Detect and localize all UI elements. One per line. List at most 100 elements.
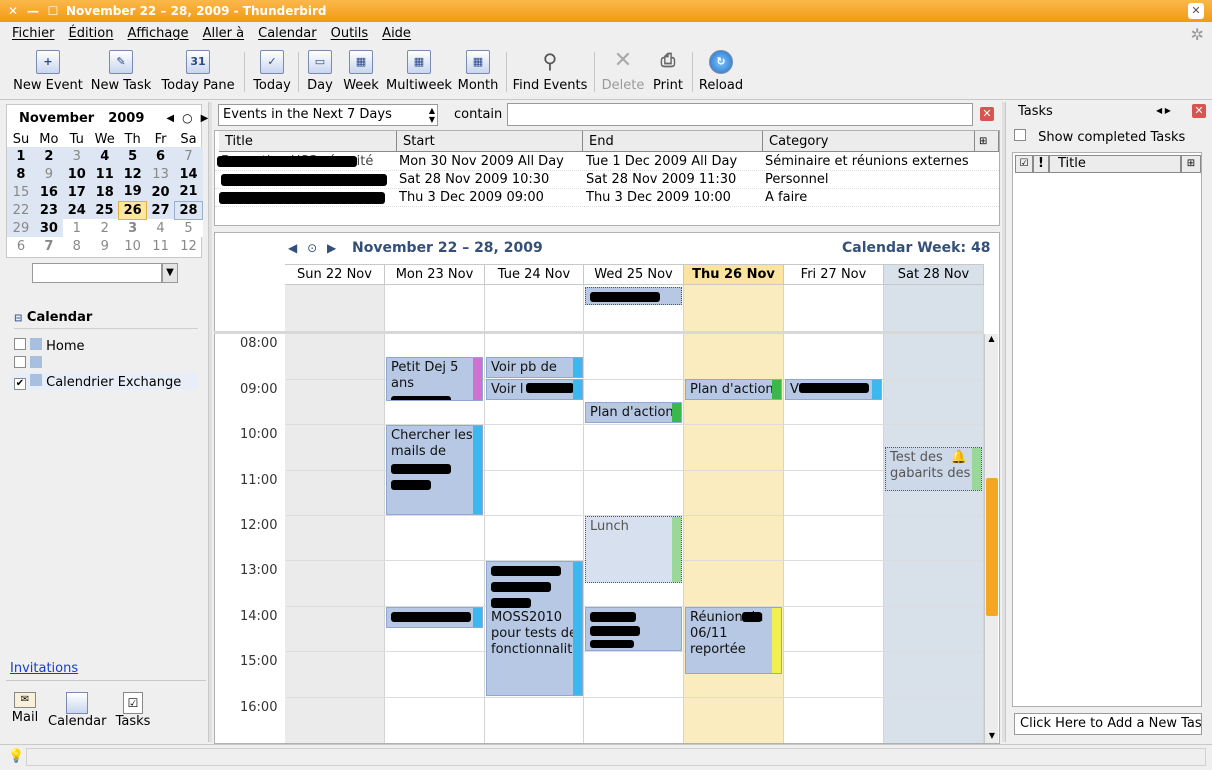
- day-header-mon[interactable]: Mon 23 Nov: [385, 264, 485, 285]
- day-header-sun[interactable]: Sun 22 Nov: [285, 264, 385, 285]
- event-voir-pb[interactable]: Voir pb de: [486, 357, 583, 378]
- today-week-icon[interactable]: ⊙: [307, 241, 317, 255]
- event-lunch[interactable]: Lunch: [585, 516, 682, 583]
- day-column-sun[interactable]: [285, 285, 385, 743]
- mini-day[interactable]: 19: [119, 183, 147, 201]
- mini-day[interactable]: 10: [63, 165, 91, 183]
- mini-day[interactable]: 30: [35, 219, 63, 237]
- mini-day[interactable]: 9: [35, 165, 63, 183]
- invitations-link[interactable]: Invitations: [10, 661, 78, 676]
- mini-day[interactable]: 8: [63, 237, 91, 255]
- new-task-button[interactable]: ✎ New Task: [88, 48, 154, 96]
- multiweek-view-button[interactable]: ▦ Multiweek: [386, 48, 452, 96]
- mini-day[interactable]: 5: [174, 219, 203, 237]
- mini-day[interactable]: 25: [91, 201, 119, 219]
- event-wed-14h[interactable]: [585, 607, 682, 651]
- mini-day[interactable]: 23: [35, 201, 63, 219]
- mini-day[interactable]: 5: [119, 147, 147, 165]
- menu-outils[interactable]: Outils: [331, 26, 369, 41]
- event-fri[interactable]: V: [785, 379, 882, 400]
- today-pane-button[interactable]: 31 Today Pane: [158, 48, 238, 96]
- task-column-picker-icon[interactable]: ⊞: [1181, 155, 1201, 173]
- event-petit-dej[interactable]: Petit Dej 5 ans: [386, 357, 483, 401]
- calendar-mode-button[interactable]: Calendar: [48, 692, 106, 729]
- find-events-button[interactable]: ⚲ Find Events: [512, 48, 588, 96]
- menu-aide[interactable]: Aide: [382, 26, 411, 41]
- search-input[interactable]: [507, 103, 973, 126]
- right-splitter[interactable]: [1002, 102, 1006, 742]
- mini-day[interactable]: 9: [91, 237, 119, 255]
- mini-day[interactable]: 15: [7, 183, 35, 201]
- mini-day[interactable]: 10: [119, 237, 147, 255]
- task-title-column-header[interactable]: Title: [1049, 155, 1181, 173]
- window-menu-icon[interactable]: ☐: [46, 4, 60, 18]
- mini-day[interactable]: 1: [62, 219, 91, 237]
- mini-day[interactable]: 16: [35, 183, 63, 201]
- mini-day[interactable]: 12: [175, 237, 203, 255]
- mini-day[interactable]: 11: [91, 165, 119, 183]
- date-input[interactable]: [32, 263, 162, 283]
- event-plan-action-thu[interactable]: Plan d'action: [685, 379, 782, 400]
- day-view-button[interactable]: ▭ Day: [302, 48, 338, 96]
- mini-day[interactable]: 8: [7, 165, 35, 183]
- completed-column-header[interactable]: ☑: [1015, 155, 1033, 173]
- column-picker-icon[interactable]: ⊞: [975, 131, 999, 152]
- day-column-wed[interactable]: [584, 285, 684, 743]
- table-row[interactable]: Sat 28 Nov 2009 10:30 Sat 28 Nov 2009 11…: [215, 171, 999, 189]
- mini-day[interactable]: 6: [147, 147, 175, 165]
- scroll-thumb[interactable]: [986, 478, 998, 616]
- week-view-button[interactable]: ▦ Week: [340, 48, 382, 96]
- calendar-item-exchange[interactable]: ✔ Calendrier Exchange: [10, 372, 198, 390]
- mini-day[interactable]: 7: [35, 237, 63, 255]
- mini-day[interactable]: 28: [174, 200, 203, 220]
- column-header-title[interactable]: Title: [219, 131, 397, 152]
- tasks-mode-button[interactable]: ☑ Tasks: [114, 692, 152, 729]
- scroll-up-icon[interactable]: ▲: [985, 334, 998, 346]
- today-button[interactable]: ✓ Today: [250, 48, 294, 96]
- event-voir[interactable]: Voir l: [486, 379, 583, 400]
- column-header-category[interactable]: Category: [763, 131, 975, 152]
- mini-day[interactable]: 3: [118, 219, 147, 237]
- table-row[interactable]: Formation HSS sécurité Mon 30 Nov 2009 A…: [215, 153, 999, 171]
- close-window-icon[interactable]: ✕: [1188, 3, 1204, 19]
- mini-day[interactable]: 6: [7, 237, 35, 255]
- next-week-icon[interactable]: ▶: [327, 241, 336, 255]
- tasks-nav-arrows-icon[interactable]: ◀ ▶: [1156, 106, 1171, 115]
- menu-fichier[interactable]: Fichier: [12, 26, 55, 41]
- day-header-sat[interactable]: Sat 28 Nov: [884, 264, 984, 285]
- mini-day[interactable]: 3: [63, 147, 91, 165]
- mini-day[interactable]: 18: [91, 183, 119, 201]
- menu-edition[interactable]: Édition: [69, 26, 114, 41]
- mini-day[interactable]: 20: [147, 183, 175, 201]
- mini-day[interactable]: 22: [7, 201, 35, 219]
- delete-button[interactable]: ✕ Delete: [600, 48, 646, 96]
- checkbox[interactable]: [14, 356, 26, 368]
- day-header-tue[interactable]: Tue 24 Nov: [485, 264, 584, 285]
- priority-column-header[interactable]: !: [1033, 155, 1049, 173]
- mini-day[interactable]: 13: [147, 165, 175, 183]
- day-header-wed[interactable]: Wed 25 Nov: [584, 264, 684, 285]
- mini-day-today[interactable]: 26: [118, 200, 148, 220]
- date-dropdown-arrow-icon[interactable]: ▼: [162, 263, 178, 283]
- day-column-fri[interactable]: [784, 285, 884, 743]
- reload-button[interactable]: ↻ Reload: [696, 48, 746, 96]
- mini-day[interactable]: 14: [175, 165, 203, 183]
- new-event-button[interactable]: + New Event: [12, 48, 84, 96]
- collapse-icon[interactable]: ⊟: [14, 313, 22, 324]
- close-tasks-pane-icon[interactable]: ✕: [1192, 104, 1206, 118]
- event-mon-14h[interactable]: [386, 607, 483, 628]
- mini-day[interactable]: 1: [7, 147, 35, 165]
- mini-day[interactable]: 27: [147, 201, 175, 219]
- calendar-item-home[interactable]: Home: [14, 338, 85, 354]
- mail-mode-button[interactable]: ✉ Mail: [10, 692, 40, 725]
- day-column-sat[interactable]: [884, 285, 984, 743]
- mini-day[interactable]: 12: [119, 165, 147, 183]
- mini-day[interactable]: 7: [175, 147, 203, 165]
- left-splitter[interactable]: [208, 102, 212, 742]
- minimize-icon[interactable]: —: [26, 4, 40, 18]
- menu-aller-a[interactable]: Aller à: [203, 26, 245, 41]
- mini-day[interactable]: 21: [175, 183, 203, 201]
- checkbox-checked[interactable]: ✔: [14, 378, 26, 390]
- mini-day[interactable]: 29: [7, 219, 35, 237]
- table-row[interactable]: Thu 3 Dec 2009 09:00 Thu 3 Dec 2009 10:0…: [215, 189, 999, 207]
